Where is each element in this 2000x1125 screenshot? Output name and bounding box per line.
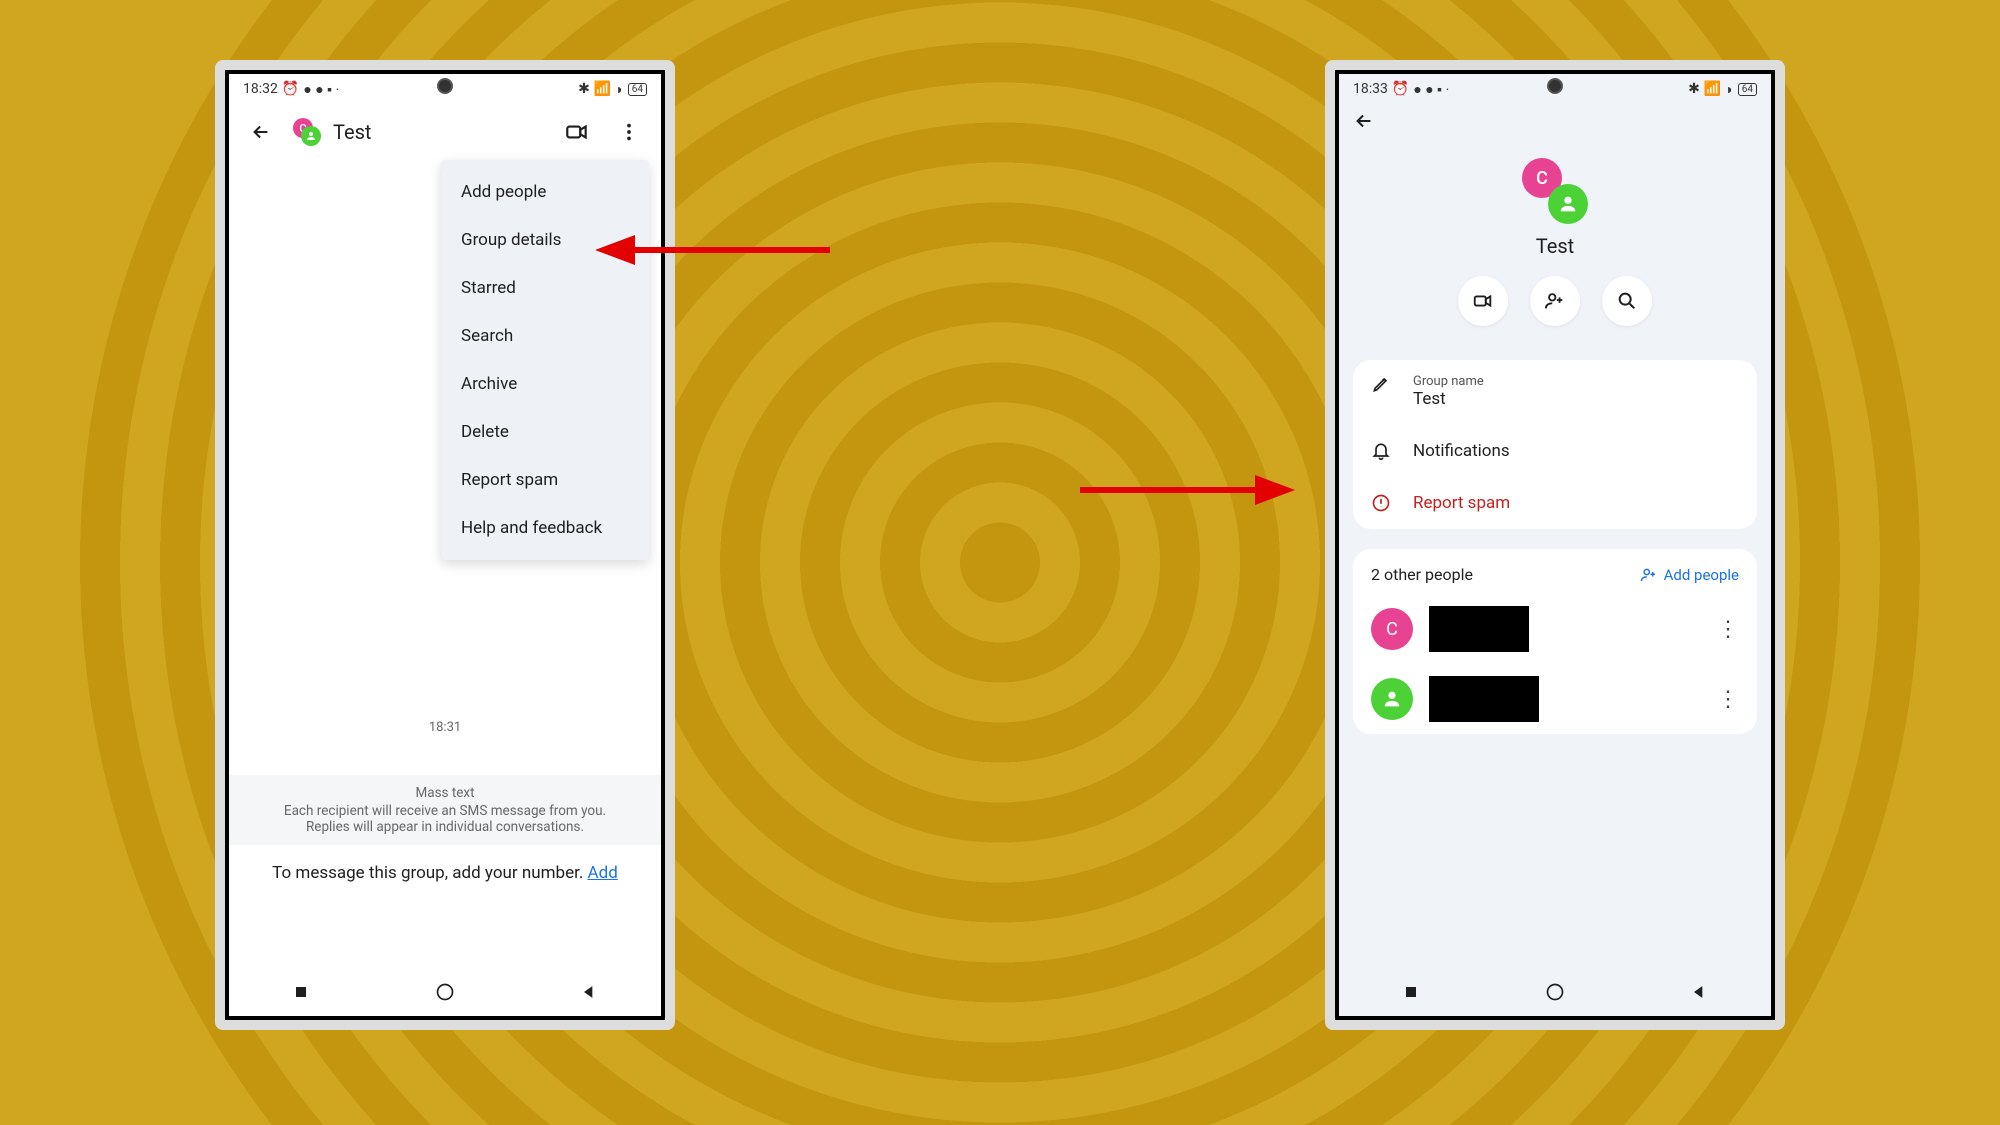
- settings-card: Group name Test Notifications Report spa…: [1353, 360, 1757, 529]
- back-button[interactable]: [241, 112, 281, 152]
- nav-bar: [1339, 968, 1771, 1016]
- banner-title: Mass text: [249, 785, 641, 801]
- report-spam-label: Report spam: [1413, 493, 1739, 513]
- overflow-menu: Add people Group details Starred Search …: [441, 160, 649, 560]
- alert-icon: [1371, 493, 1393, 513]
- person-more-button[interactable]: ⋮: [1717, 617, 1739, 642]
- nav-back[interactable]: [1689, 982, 1709, 1002]
- alarm-icon: ⏰: [1392, 81, 1409, 97]
- nav-recents[interactable]: [1401, 982, 1421, 1002]
- wifi-icon: ◗: [1725, 81, 1733, 98]
- menu-help-feedback[interactable]: Help and feedback: [441, 504, 649, 552]
- group-name-label: Group name: [1413, 374, 1739, 389]
- camera-notch: [437, 78, 453, 94]
- nav-recents[interactable]: [291, 982, 311, 1002]
- mass-text-banner: Mass text Each recipient will receive an…: [229, 775, 661, 845]
- group-avatar: C: [293, 118, 321, 146]
- back-button[interactable]: [1339, 104, 1771, 138]
- redacted-name: [1429, 606, 1529, 652]
- signal-icon: 📶: [594, 81, 611, 97]
- video-call-button[interactable]: [1458, 276, 1508, 326]
- report-spam-row[interactable]: Report spam: [1353, 477, 1757, 529]
- people-card: 2 other people Add people C ⋮ ⋮: [1353, 549, 1757, 734]
- arrow-report-spam: [1080, 470, 1300, 510]
- chat-title[interactable]: Test: [333, 120, 545, 144]
- bell-icon: [1371, 441, 1393, 461]
- more-menu-button[interactable]: [609, 112, 649, 152]
- message-timestamp: 18:31: [229, 720, 661, 735]
- menu-report-spam[interactable]: Report spam: [441, 456, 649, 504]
- add-number-link[interactable]: Add: [588, 863, 618, 883]
- phone-left: 18:32 ⏰ ● ● ▪ · ✱ 📶 ◗ 64 C Test: [215, 60, 675, 1030]
- banner-line1: Each recipient will receive an SMS messa…: [249, 803, 641, 819]
- menu-archive[interactable]: Archive: [441, 360, 649, 408]
- group-avatar: C: [1522, 158, 1588, 224]
- arrow-group-details: [590, 230, 830, 270]
- group-header: C Test: [1339, 138, 1771, 340]
- bluetooth-icon: ✱: [578, 81, 590, 97]
- menu-delete[interactable]: Delete: [441, 408, 649, 456]
- status-dots: ● ● ▪ ·: [303, 81, 339, 98]
- notifications-row[interactable]: Notifications: [1353, 425, 1757, 477]
- alarm-icon: ⏰: [282, 81, 299, 97]
- wifi-icon: ◗: [615, 81, 623, 98]
- redacted-name: [1429, 676, 1539, 722]
- phone-right: 18:33 ⏰ ● ● ▪ · ✱ 📶 ◗ 64 C Test: [1325, 60, 1785, 1030]
- add-number-prompt: To message this group, add your number. …: [229, 845, 661, 901]
- video-call-button[interactable]: [557, 112, 597, 152]
- nav-home[interactable]: [435, 982, 455, 1002]
- search-button[interactable]: [1602, 276, 1652, 326]
- person-avatar: [1371, 678, 1413, 720]
- edit-icon: [1371, 374, 1393, 394]
- battery-icon: 64: [628, 83, 647, 96]
- group-title: Test: [1536, 234, 1574, 258]
- person-row-2[interactable]: ⋮: [1353, 664, 1757, 734]
- nav-bar: [229, 968, 661, 1016]
- person-avatar: C: [1371, 608, 1413, 650]
- person-more-button[interactable]: ⋮: [1717, 687, 1739, 712]
- menu-search[interactable]: Search: [441, 312, 649, 360]
- app-bar: C Test: [229, 104, 661, 160]
- notifications-label: Notifications: [1413, 441, 1739, 461]
- menu-starred[interactable]: Starred: [441, 264, 649, 312]
- nav-home[interactable]: [1545, 982, 1565, 1002]
- signal-icon: 📶: [1704, 81, 1721, 97]
- nav-back[interactable]: [579, 982, 599, 1002]
- menu-add-people[interactable]: Add people: [441, 168, 649, 216]
- add-people-button[interactable]: [1530, 276, 1580, 326]
- clock: 18:33: [1353, 81, 1388, 97]
- battery-icon: 64: [1738, 83, 1757, 96]
- group-name-value: Test: [1413, 389, 1739, 409]
- status-dots: ● ● ▪ ·: [1413, 81, 1449, 98]
- add-people-link[interactable]: Add people: [1640, 566, 1739, 584]
- bluetooth-icon: ✱: [1688, 81, 1700, 97]
- group-name-row[interactable]: Group name Test: [1353, 360, 1757, 425]
- clock: 18:32: [243, 81, 278, 97]
- person-row-1[interactable]: C ⋮: [1353, 594, 1757, 664]
- people-count: 2 other people: [1371, 565, 1473, 584]
- camera-notch: [1547, 78, 1563, 94]
- banner-line2: Replies will appear in individual conver…: [249, 819, 641, 835]
